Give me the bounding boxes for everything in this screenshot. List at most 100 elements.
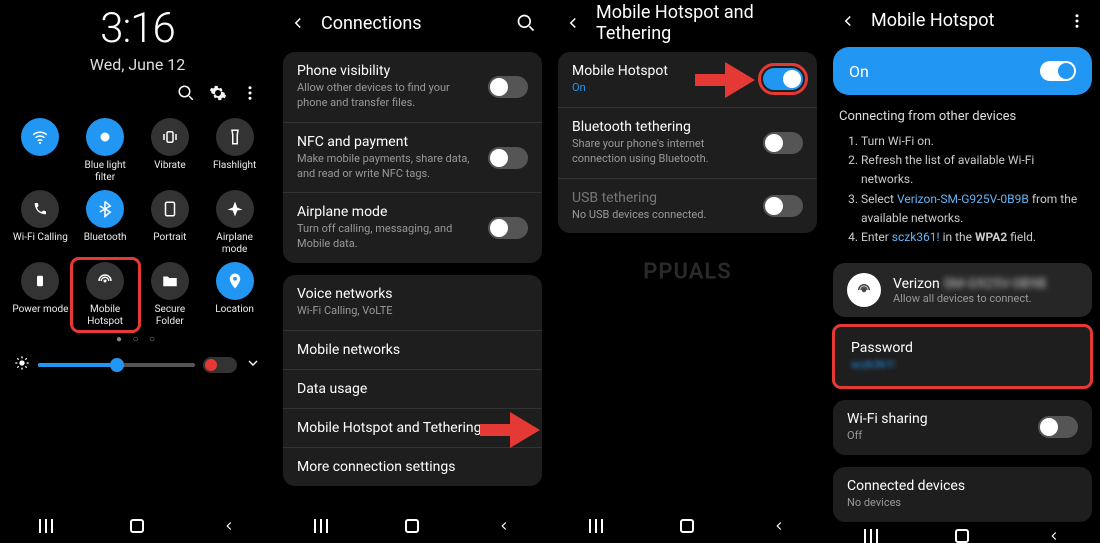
page-title: Connections [321,13,516,34]
nav-back[interactable] [765,518,793,534]
on-label: On [849,62,1040,81]
toggle-switch[interactable] [488,147,528,169]
nav-back[interactable] [1040,528,1068,543]
qs-location[interactable]: Location [204,262,265,328]
qs-power[interactable]: Power mode [10,262,71,328]
brightness-slider[interactable] [38,363,195,367]
nav-recents[interactable] [307,518,335,534]
search-icon[interactable] [516,13,536,33]
qs-label: Portrait [153,232,186,256]
list-item[interactable]: Bluetooth tetheringShare your phone's in… [558,107,817,178]
qs-wifi-calling[interactable]: Wi-Fi Calling [10,190,71,256]
back-icon[interactable] [564,14,582,32]
hotspot-icon [847,273,881,307]
arrow-pointer [480,408,540,452]
toggle-switch[interactable] [488,217,528,239]
navigation-bar [825,528,1100,543]
more-icon[interactable] [1068,12,1086,30]
nav-back[interactable] [215,518,243,534]
list-item[interactable]: USB tetheringNo USB devices connected. [558,178,817,234]
password-row[interactable]: Password sczk361! [837,329,1088,384]
wifi-sharing-sub: Off [847,429,1028,444]
blue-light-icon[interactable] [86,118,124,156]
toggle-switch[interactable] [1038,416,1078,438]
qs-label: Mobile Hotspot [75,304,136,328]
list-item[interactable]: Mobile networks [283,330,542,369]
flashlight-icon[interactable] [216,118,254,156]
wifi-icon[interactable] [21,118,59,156]
nav-recents[interactable] [582,518,610,534]
gear-icon[interactable] [209,84,227,106]
list-item[interactable]: Phone visibilityAllow other devices to f… [283,52,542,122]
toggle-switch[interactable] [763,195,803,217]
hotspot-master-toggle[interactable]: On [833,47,1092,95]
chevron-down-icon[interactable] [245,355,261,375]
list-item[interactable]: NFC and paymentMake mobile payments, sha… [283,122,542,193]
toggle-switch[interactable] [763,132,803,154]
nav-home[interactable] [123,518,151,534]
back-icon[interactable] [289,14,307,32]
nav-recents[interactable] [857,528,885,543]
wifi-calling-icon[interactable] [21,190,59,228]
instructions-title: Connecting from other devices [839,109,1086,124]
qs-bluetooth[interactable]: Bluetooth [75,190,136,256]
list-item[interactable]: Mobile HotspotOn [558,52,817,107]
nav-recents[interactable] [32,518,60,534]
search-icon[interactable] [177,84,195,106]
toggle-switch[interactable] [1040,61,1076,81]
qs-vibrate[interactable]: Vibrate [140,118,201,184]
qs-rotate[interactable]: Portrait [140,190,201,256]
list-item[interactable]: Data usage [283,369,542,408]
qs-label: Bluetooth [84,232,127,256]
wifi-sharing-row[interactable]: Wi-Fi sharing Off [833,400,1092,455]
qs-blue-light[interactable]: Blue light filter [75,118,136,184]
qs-label: Blue light filter [75,160,136,184]
qs-wifi[interactable] [10,118,71,184]
quick-settings-panel: 3:16 Wed, June 12 Blue light filterVibra… [0,0,275,543]
qs-label: Location [215,304,254,328]
tethering-screen: Mobile Hotspot and Tethering Mobile Hots… [550,0,825,543]
power-icon[interactable] [21,262,59,300]
folder-icon[interactable] [151,262,189,300]
toggle-switch[interactable] [488,76,528,98]
more-icon[interactable] [241,84,259,106]
toggle-switch[interactable] [763,68,803,90]
rotate-icon[interactable] [151,190,189,228]
qs-folder[interactable]: Secure Folder [140,262,201,328]
location-icon[interactable] [216,262,254,300]
bluetooth-icon[interactable] [86,190,124,228]
qs-flashlight[interactable]: Flashlight [204,118,265,184]
navigation-bar [0,508,275,543]
vibrate-icon[interactable] [151,118,189,156]
nav-home[interactable] [398,518,426,534]
nav-back[interactable] [490,518,518,534]
clock-date: Wed, June 12 [0,55,275,74]
network-sub: Allow all devices to connect. [893,292,1078,305]
qs-label: Wi-Fi Calling [13,232,68,256]
instruction-step: Refresh the list of available Wi-Fi netw… [861,151,1086,189]
network-name: Verizon SM-G925V-0B9B [893,276,1078,292]
list-item[interactable]: Airplane modeTurn off calling, messaging… [283,192,542,263]
watermark: PPUALS [643,259,731,284]
navigation-bar [550,508,825,543]
list-item[interactable]: More connection settings [283,447,542,486]
instruction-step: Turn Wi-Fi on. [861,132,1086,151]
page-indicator: ● ○ ○ [0,334,275,345]
list-item[interactable]: Voice networksWi-Fi Calling, VoLTE [283,275,542,330]
connected-devices-row[interactable]: Connected devices No devices [833,467,1092,522]
hotspot-icon[interactable] [86,262,124,300]
brightness-icon [14,355,30,375]
nav-home[interactable] [948,528,976,543]
qs-label: Flashlight [213,160,256,184]
back-icon[interactable] [839,12,857,30]
qs-label: Vibrate [154,160,186,184]
page-title: Mobile Hotspot and Tethering [596,2,811,44]
brightness-auto-toggle[interactable] [203,357,237,373]
instruction-step: Enter sczk361! in the WPA2 field. [861,228,1086,247]
qs-airplane[interactable]: Airplane mode [204,190,265,256]
qs-label: Secure Folder [140,304,201,328]
network-card[interactable]: Verizon SM-G925V-0B9B Allow all devices … [833,263,1092,317]
qs-hotspot[interactable]: Mobile Hotspot [75,262,136,328]
nav-home[interactable] [673,518,701,534]
airplane-icon[interactable] [216,190,254,228]
